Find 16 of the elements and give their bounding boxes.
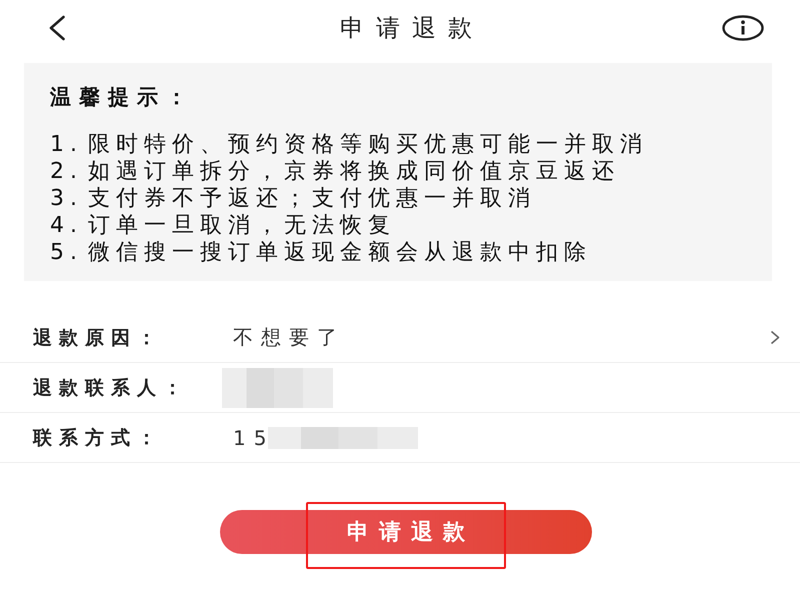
notice-item: 3. 支付券不予返还；支付优惠一并取消 xyxy=(50,185,536,212)
notice-item: 5. 微信搜一搜订单返现金额会从退款中扣除 xyxy=(50,239,592,266)
field-label: 退款原因： xyxy=(33,326,164,350)
back-icon[interactable] xyxy=(48,15,66,41)
notice-item: 1. 限时特价、预约资格等购买优惠可能一并取消 xyxy=(50,131,648,158)
notice-title: 温馨提示： xyxy=(50,84,195,111)
notice-item: 2. 如遇订单拆分，京券将换成同价值京豆返还 xyxy=(50,158,620,185)
refund-submit-button[interactable]: 申请退款 xyxy=(220,510,592,554)
reason-value[interactable]: 不想要了 xyxy=(233,324,345,351)
page-title: 申请退款 xyxy=(339,13,485,44)
field-label: 联系方式： xyxy=(33,426,164,450)
chevron-right-icon[interactable] xyxy=(770,330,780,345)
field-value: 15 xyxy=(233,426,274,450)
field-label: 退款联系人： xyxy=(33,376,190,400)
notice-item: 4. 订单一旦取消，无法恢复 xyxy=(50,212,396,239)
info-icon[interactable] xyxy=(722,15,764,41)
